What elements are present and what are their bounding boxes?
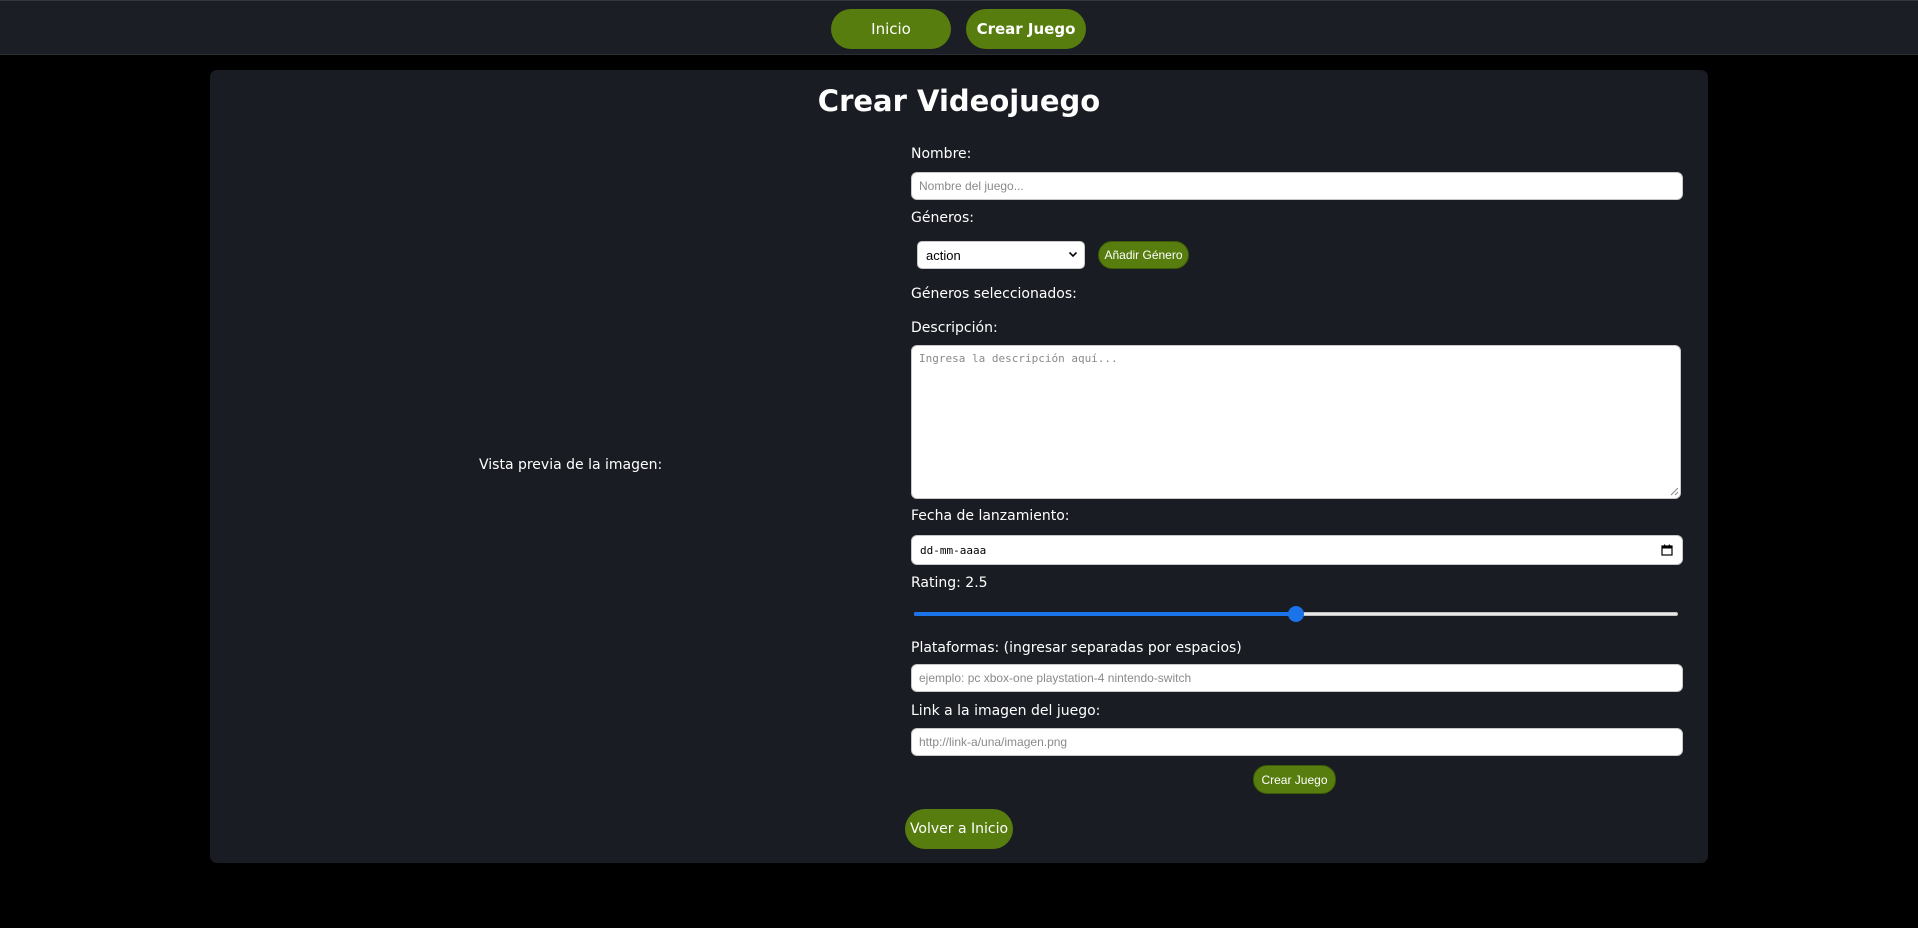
resize-grip-icon[interactable] (1670, 487, 1679, 496)
platforms-label: Plataformas: (ingresar separadas por esp… (911, 640, 1242, 656)
rating-slider-fill (914, 612, 1296, 616)
chevron-down-icon (1068, 251, 1078, 258)
release-date-input[interactable]: dd-mm-aaaa (911, 535, 1683, 565)
image-link-input[interactable] (911, 728, 1683, 756)
selected-genres-label: Géneros seleccionados: (911, 286, 1077, 302)
calendar-icon[interactable] (1661, 544, 1673, 556)
image-link-label: Link a la imagen del juego: (911, 703, 1101, 719)
platforms-input[interactable] (911, 664, 1683, 692)
description-textarea[interactable] (911, 345, 1681, 499)
release-date-placeholder: dd-mm-aaaa (920, 543, 987, 557)
name-input[interactable] (911, 172, 1683, 200)
release-date-label: Fecha de lanzamiento: (911, 508, 1070, 524)
genre-select-value: action (926, 247, 961, 263)
page-title: Crear Videojuego (817, 84, 1101, 118)
image-preview-label: Vista previa de la imagen: (479, 457, 663, 473)
name-label: Nombre: (911, 146, 972, 162)
add-genre-button[interactable]: Añadir Género (1098, 241, 1189, 269)
rating-slider-thumb[interactable] (1288, 606, 1304, 622)
top-navbar: Inicio Crear Juego (0, 0, 1918, 55)
genres-label: Géneros: (911, 210, 974, 226)
back-to-home-button[interactable]: Volver a Inicio (905, 809, 1013, 849)
rating-slider[interactable] (911, 606, 1681, 622)
description-label: Descripción: (911, 320, 998, 336)
rating-label: Rating: 2.5 (911, 575, 988, 591)
nav-create-game-button[interactable]: Crear Juego (966, 9, 1086, 49)
nav-home-button[interactable]: Inicio (831, 9, 951, 49)
genre-select[interactable]: action (917, 241, 1085, 269)
create-game-submit-button[interactable]: Crear Juego (1253, 765, 1336, 794)
